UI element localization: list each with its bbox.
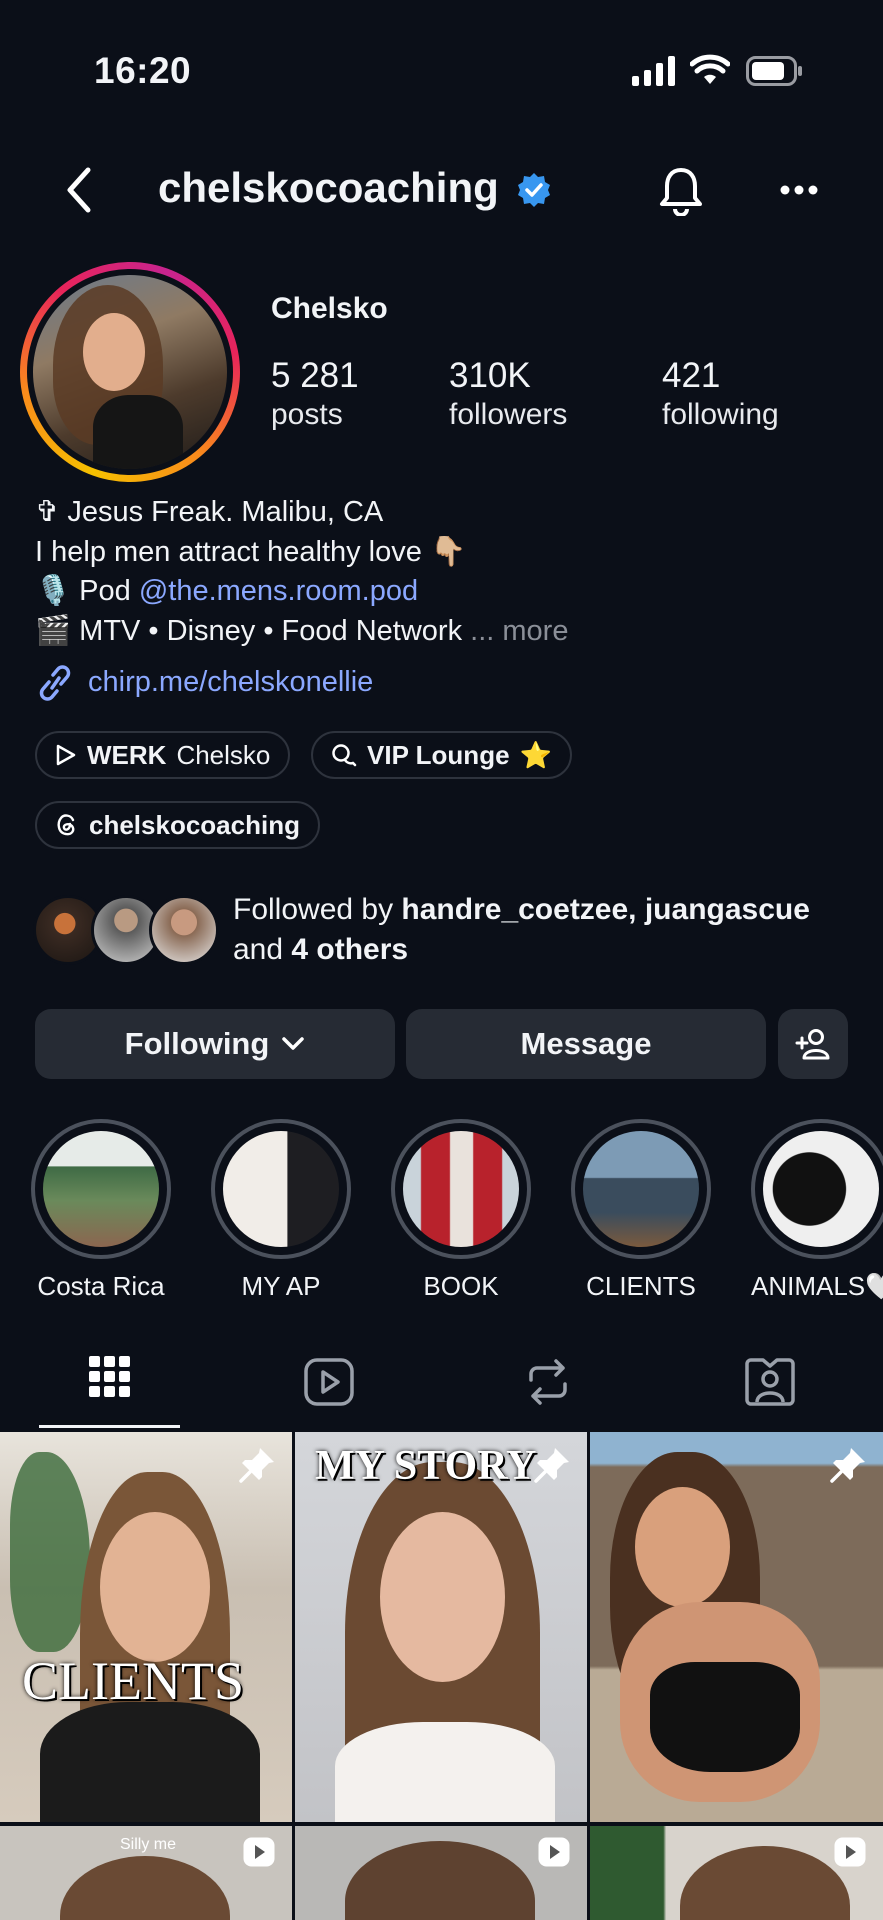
header-username: chelskocoaching — [158, 164, 499, 211]
grid-icon — [89, 1356, 131, 1398]
highlight-label: CLIENTS — [586, 1271, 696, 1301]
pill-vip-star: ⭐ — [519, 739, 552, 770]
followed-by-text[interactable]: Followed by handre_coetzee, juangascue a… — [233, 890, 853, 970]
bio-ellipsis: ... — [470, 615, 495, 647]
reel-icon — [242, 1836, 276, 1868]
highlight-book[interactable]: BOOK — [391, 1119, 531, 1302]
bio-credits-text: 🎬 MTV • Disney • Food Network — [35, 615, 463, 647]
back-icon[interactable] — [64, 166, 94, 214]
tab-tagged[interactable] — [745, 1356, 795, 1406]
followed-by-and: and — [233, 933, 292, 966]
followed-by-names: handre_coetzee, juangascue — [401, 893, 810, 926]
chevron-down-icon — [281, 1036, 305, 1052]
battery-icon — [746, 56, 804, 86]
bio-mention-link[interactable]: @the.mens.room.pod — [139, 575, 418, 607]
highlight-label: ANIMALS🤍 — [751, 1271, 883, 1301]
pill-werk-text: Chelsko — [176, 739, 271, 770]
repost-icon — [525, 1358, 571, 1406]
following-count[interactable]: 421 — [662, 356, 720, 396]
post-tile[interactable] — [590, 1432, 883, 1822]
pin-icon — [238, 1446, 276, 1484]
message-button[interactable]: Message — [406, 1009, 766, 1079]
message-button-label: Message — [520, 1026, 652, 1061]
reel-icon — [833, 1836, 867, 1868]
posts-count[interactable]: 5 281 — [271, 356, 359, 396]
tab-grid[interactable] — [89, 1356, 131, 1398]
pill-werk-bold: WERK — [87, 739, 167, 770]
highlight-animals[interactable]: ANIMALS🤍 — [751, 1119, 883, 1302]
tagged-person-icon — [745, 1356, 795, 1406]
pill-vip-lounge[interactable]: VIP Lounge ⭐ — [311, 731, 572, 779]
highlight-costa-rica[interactable]: Costa Rica — [31, 1119, 171, 1302]
bio-line-2: I help men attract healthy love 👇🏼 — [35, 536, 467, 568]
profile-avatar[interactable] — [20, 262, 240, 482]
post-tile[interactable]: MY STORY — [295, 1432, 587, 1822]
pill-threads[interactable]: chelskocoaching — [35, 801, 320, 849]
bio-line-1: ✞ Jesus Freak. Malibu, CA — [35, 496, 384, 528]
highlight-label: BOOK — [423, 1271, 499, 1301]
following-button[interactable]: Following — [35, 1009, 395, 1079]
threads-icon — [55, 812, 79, 838]
play-outline-icon — [55, 743, 77, 767]
bio-pod-text: 🎙️ Pod — [35, 575, 139, 607]
reels-icon — [304, 1358, 354, 1406]
followers-count[interactable]: 310K — [449, 356, 531, 396]
pin-icon — [533, 1446, 571, 1484]
tab-reposts[interactable] — [525, 1358, 571, 1406]
following-label[interactable]: following — [662, 398, 779, 432]
mutual-follower-avatar[interactable] — [149, 895, 219, 965]
followers-label[interactable]: followers — [449, 398, 567, 432]
post-overlay-text: CLIENTS — [22, 1651, 244, 1711]
display-name: Chelsko — [271, 292, 388, 325]
pin-icon — [829, 1446, 867, 1484]
more-options-icon[interactable] — [780, 185, 818, 195]
add-user-button[interactable] — [778, 1009, 848, 1079]
highlight-label: Costa Rica — [37, 1271, 165, 1301]
reel-icon — [537, 1836, 571, 1868]
wifi-icon — [690, 54, 730, 86]
bell-icon[interactable] — [658, 166, 704, 216]
post-overlay-text: Silly me — [120, 1836, 177, 1853]
chat-bubbles-icon — [331, 742, 357, 768]
bio-line-4: 🎬 MTV • Disney • Food Network ... more — [35, 611, 568, 651]
bio-line-3: 🎙️ Pod @the.mens.room.pod — [35, 571, 418, 611]
bio-more-button[interactable]: more — [502, 615, 568, 647]
profile-link-text[interactable]: chirp.me/chelskonellie — [88, 666, 373, 698]
active-tab-indicator — [39, 1425, 180, 1428]
pill-vip-bold: VIP Lounge — [367, 739, 510, 770]
profile-link[interactable]: chirp.me/chelskonellie — [88, 662, 373, 702]
highlight-label: MY AP — [241, 1271, 321, 1301]
followed-by-prefix: Followed by — [233, 893, 402, 926]
post-tile[interactable] — [295, 1826, 587, 1920]
post-tile[interactable]: CLIENTS — [0, 1432, 292, 1822]
highlight-clients[interactable]: CLIENTS — [571, 1119, 711, 1302]
pill-werk[interactable]: WERK Chelsko — [35, 731, 291, 779]
tab-reels[interactable] — [304, 1358, 354, 1406]
pill-threads-bold: chelskocoaching — [89, 809, 300, 840]
signal-icon — [632, 56, 676, 86]
post-tile[interactable]: Silly me — [0, 1826, 292, 1920]
verified-badge-icon — [516, 172, 552, 208]
followed-by-others: 4 others — [291, 933, 409, 966]
post-overlay-text: MY STORY — [315, 1443, 537, 1489]
following-button-label: Following — [124, 1026, 270, 1061]
highlight-my-ap[interactable]: MY AP — [211, 1119, 351, 1302]
post-tile[interactable] — [590, 1826, 883, 1920]
link-icon — [35, 664, 75, 702]
status-time: 16:20 — [94, 50, 192, 91]
add-user-icon — [795, 1028, 831, 1060]
posts-label[interactable]: posts — [271, 398, 343, 432]
